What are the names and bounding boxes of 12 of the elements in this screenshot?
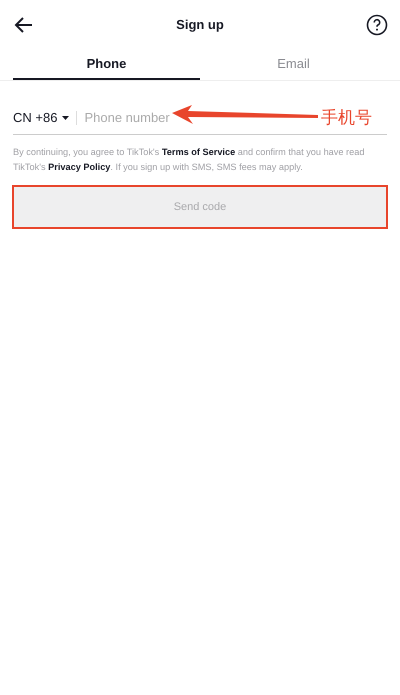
- back-arrow-icon[interactable]: [14, 15, 34, 35]
- legal-notice: By continuing, you agree to TikTok's Terms of Service and confirm that you have read TikTok's Privacy Policy. If you sign up with SMS, SMS fees may apply.: [13, 146, 366, 174]
- tab[interactable]: Phone: [13, 50, 200, 80]
- annotation-label: 手机号: [321, 107, 372, 129]
- country-code-select[interactable]: CN +86: [13, 108, 70, 128]
- help-icon[interactable]: [366, 14, 388, 36]
- legal-link[interactable]: Terms of Service: [162, 147, 236, 157]
- phone-number-field[interactable]: Phone number: [84, 108, 174, 128]
- legal-link[interactable]: Privacy Policy: [48, 162, 110, 172]
- annotation-arrow-icon: [172, 105, 318, 127]
- caret-icon: [62, 116, 70, 120]
- page-title: Sign up: [176, 16, 224, 34]
